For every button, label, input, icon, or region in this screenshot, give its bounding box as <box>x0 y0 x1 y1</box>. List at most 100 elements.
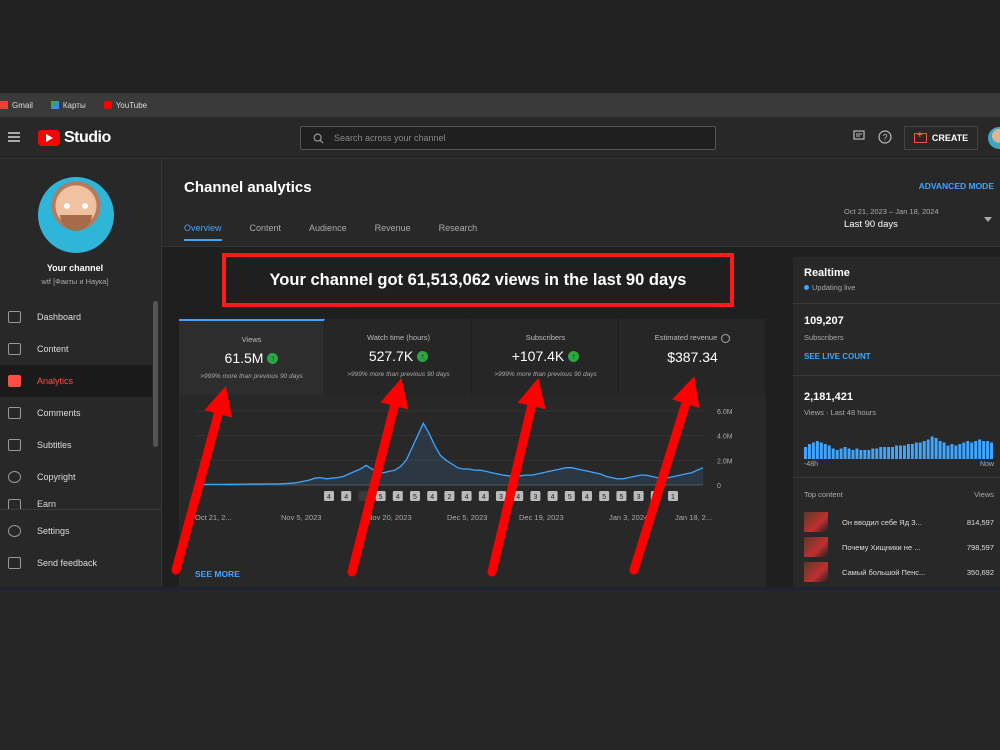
metric-value-row: 527.7K ↑ <box>326 348 471 364</box>
see-live-count-link[interactable]: SEE LIVE COUNT <box>804 352 871 361</box>
search-input[interactable] <box>334 133 694 143</box>
help-icon[interactable]: ? <box>878 130 892 144</box>
search-box[interactable] <box>300 126 716 150</box>
metric-views[interactable]: Views 61.5M ↑ >999% more than previous 9… <box>179 319 325 395</box>
realtime-bar <box>867 450 871 459</box>
realtime-bar <box>863 450 867 459</box>
realtime-bar <box>930 436 934 459</box>
realtime-bar <box>831 448 835 459</box>
realtime-bar <box>875 448 879 459</box>
sidebar-scrollbar[interactable] <box>153 301 158 447</box>
sidebar-item-analytics[interactable]: Analytics <box>0 365 152 397</box>
sidebar-item-earn[interactable]: Earn <box>0 493 152 509</box>
sidebar-item-settings[interactable]: Settings <box>0 515 152 547</box>
video-views: 814,597 <box>966 517 994 527</box>
list-item[interactable]: Самый большой Пенс... 350,692 <box>804 561 994 583</box>
realtime-bar <box>942 442 946 459</box>
tab-content[interactable]: Content <box>250 223 282 241</box>
sidebar-item-label: Comments <box>37 408 81 418</box>
video-marker-label: 4 <box>327 494 331 501</box>
bookmark-youtube[interactable]: YouTube <box>103 101 147 110</box>
date-range-picker[interactable]: Oct 21, 2023 – Jan 18, 2024 Last 90 days <box>844 207 939 230</box>
channel-avatar[interactable] <box>38 177 114 253</box>
views-chart[interactable]: 6.0M 4.0M 2.0M 0 4 4 5 4 5 4 2 4 4 3 4 3 4 5 4 5 5 3 3 1 Oct 21,… <box>179 399 766 529</box>
video-marker-label: 5 <box>602 494 606 501</box>
bookmarks-bar: Gmail Карты YouTube <box>0 93 1000 117</box>
metric-compare: >999% more than previous 90 days <box>347 371 450 378</box>
earn-icon <box>8 499 21 509</box>
metric-label: Estimated revenue <box>654 333 718 342</box>
analytics-header: Channel analytics ADVANCED MODE Overview… <box>162 159 1000 247</box>
y-tick-label: 6.0M <box>717 409 733 416</box>
tab-audience[interactable]: Audience <box>309 223 347 241</box>
video-marker-label: 4 <box>516 494 520 501</box>
subscribers-label: Subscribers <box>804 333 844 342</box>
bookmark-label: Gmail <box>12 100 33 110</box>
create-button[interactable]: CREATE <box>904 126 978 150</box>
list-item[interactable]: Почему Хищники не ... 798,597 <box>804 536 994 558</box>
realtime-bar <box>990 442 993 459</box>
tab-overview[interactable]: Overview <box>184 223 222 241</box>
realtime-bar <box>839 448 843 459</box>
video-marker-label: 4 <box>465 494 469 501</box>
info-icon[interactable] <box>721 333 731 343</box>
x-tick-label: Dec 19, 2023 <box>519 513 564 522</box>
youtube-logo-icon <box>38 130 60 146</box>
sidebar-item-content[interactable]: Content <box>0 333 152 365</box>
axis-start-label: -48h <box>804 461 819 468</box>
sidebar: Your channel wtf [Факты и Наука] Dashboa… <box>0 159 162 587</box>
content-icon <box>8 343 21 355</box>
chevron-down-icon[interactable] <box>984 217 992 222</box>
gmail-icon <box>0 101 8 109</box>
video-title: Почему Хищники не ... <box>842 542 921 552</box>
sidebar-item-subtitles[interactable]: Subtitles <box>0 429 152 461</box>
metric-revenue[interactable]: Estimated revenue $387.34 <box>620 319 766 395</box>
metric-value: $387.34 <box>667 348 718 365</box>
messages-icon[interactable] <box>852 130 866 144</box>
realtime-bar <box>970 442 974 459</box>
x-tick-label: Nov 5, 2023 <box>281 513 321 522</box>
metric-subscribers[interactable]: Subscribers +107.4K ↑ >999% more than pr… <box>473 319 619 395</box>
arrow-up-icon: ↑ <box>267 352 279 364</box>
realtime-views-chart[interactable] <box>804 429 994 459</box>
sidebar-item-copyright[interactable]: Copyright <box>0 461 152 493</box>
realtime-bar <box>946 445 950 459</box>
account-avatar[interactable] <box>988 127 1000 149</box>
sidebar-item-label: Settings <box>37 526 70 536</box>
sidebar-item-comments[interactable]: Comments <box>0 397 152 429</box>
bookmark-gmail[interactable]: Gmail <box>0 101 33 110</box>
metric-value-row: $387.34 <box>620 349 765 365</box>
list-item[interactable]: Он вводил себе Яд З... 814,597 <box>804 511 994 533</box>
top-content-label: Top content <box>804 490 843 499</box>
date-range-dates: Oct 21, 2023 – Jan 18, 2024 <box>844 207 939 216</box>
x-tick-label: Dec 5, 2023 <box>447 513 487 522</box>
tab-revenue[interactable]: Revenue <box>375 223 411 241</box>
sidebar-item-label: Send feedback <box>37 558 98 568</box>
metric-value: 527.7K <box>368 348 414 364</box>
see-more-link[interactable]: SEE MORE <box>195 569 240 579</box>
realtime-bar <box>843 447 847 459</box>
x-tick-label: Nov 20, 2023 <box>367 513 412 522</box>
sidebar-item-feedback[interactable]: Send feedback <box>0 547 152 579</box>
advanced-mode-button[interactable]: ADVANCED MODE <box>919 181 994 191</box>
realtime-bar <box>807 444 811 459</box>
tab-research[interactable]: Research <box>439 223 478 241</box>
metric-watch-time[interactable]: Watch time (hours) 527.7K ↑ >999% more t… <box>326 319 472 395</box>
feedback-icon <box>8 557 21 569</box>
realtime-bar <box>883 447 887 459</box>
metric-value-row: 61.5M ↑ <box>179 350 324 366</box>
realtime-bar <box>906 444 910 459</box>
realtime-bar <box>847 448 851 459</box>
metric-label: Subscribers <box>525 333 566 342</box>
realtime-bar <box>895 445 898 459</box>
bookmark-maps[interactable]: Карты <box>50 101 86 110</box>
page-bottom-edge <box>0 587 1000 590</box>
studio-logo[interactable]: Studio <box>38 129 111 147</box>
y-tick-label: 0 <box>717 483 721 490</box>
realtime-bar <box>966 441 970 459</box>
menu-icon[interactable] <box>8 132 20 142</box>
realtime-bar <box>855 448 859 459</box>
metric-compare: >999% more than previous 90 days <box>200 373 303 380</box>
create-label: CREATE <box>931 133 969 143</box>
sidebar-item-dashboard[interactable]: Dashboard <box>0 301 152 333</box>
